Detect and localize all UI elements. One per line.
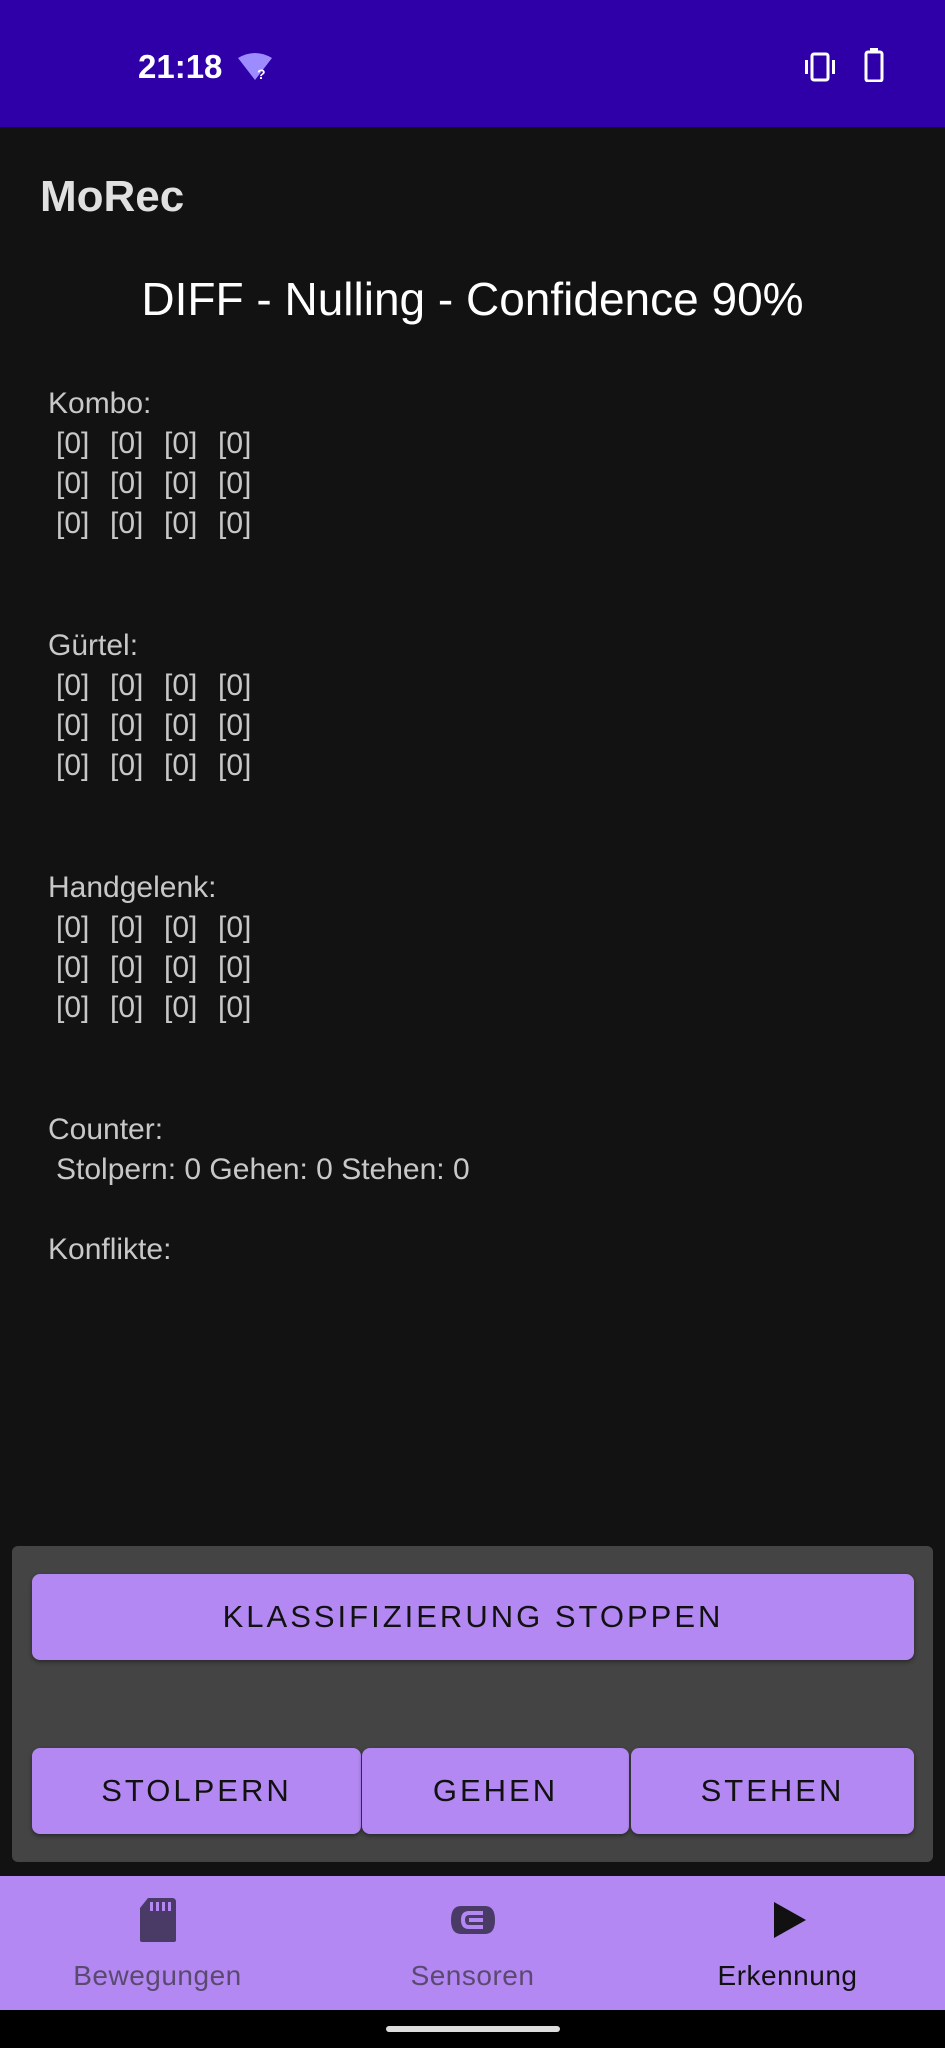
bottom-navigation: Bewegungen Sensoren Erkennung bbox=[0, 1876, 945, 2010]
matrix-cell: [0] bbox=[218, 669, 252, 702]
matrix-row: [0] [0] [0] [0] bbox=[48, 504, 908, 544]
matrix-cell: [0] bbox=[164, 467, 198, 500]
matrix-cell: [0] bbox=[218, 507, 252, 540]
gesture-bar bbox=[0, 2010, 945, 2048]
wifi-unknown-icon: ? bbox=[238, 53, 272, 82]
counter-section: Counter: Stolpern: 0 Gehen: 0 Stehen: 0 bbox=[48, 1110, 908, 1190]
matrix-cell: [0] bbox=[56, 669, 90, 702]
matrix-cell: [0] bbox=[218, 911, 252, 944]
matrix-cell: [0] bbox=[110, 749, 144, 782]
status-bar: 21:18 ? bbox=[0, 0, 945, 127]
matrix-cell: [0] bbox=[56, 427, 90, 460]
counter-label: Counter: bbox=[48, 1113, 164, 1146]
matrix-cell: [0] bbox=[110, 709, 144, 742]
matrix-row: [0] [0] [0] [0] bbox=[48, 666, 908, 706]
play-icon bbox=[773, 1902, 806, 1938]
matrix-cell: [0] bbox=[164, 507, 198, 540]
matrix-cell: [0] bbox=[218, 991, 252, 1024]
matrix-cell: [0] bbox=[164, 911, 198, 944]
nav-label: Bewegungen bbox=[73, 1960, 242, 1991]
stolpern-button[interactable]: STOLPERN bbox=[32, 1748, 361, 1834]
stehen-button[interactable]: STEHEN bbox=[631, 1748, 914, 1834]
sd-card-icon bbox=[139, 1898, 176, 1942]
conflicts-label: Konflikte: bbox=[48, 1233, 172, 1266]
matrix-cell: [0] bbox=[164, 749, 198, 782]
matrix-cell: [0] bbox=[110, 467, 144, 500]
matrix-cell: [0] bbox=[110, 507, 144, 540]
counter-values: Stolpern: 0 Gehen: 0 Stehen: 0 bbox=[56, 1153, 470, 1186]
matrix-cell: [0] bbox=[164, 951, 198, 984]
section-label: Gürtel: bbox=[48, 629, 139, 662]
matrix-cell: [0] bbox=[110, 427, 144, 460]
vibrate-icon bbox=[805, 52, 835, 82]
matrix-cell: [0] bbox=[164, 991, 198, 1024]
matrix-row: [0] [0] [0] [0] bbox=[48, 424, 908, 464]
matrix-cell: [0] bbox=[56, 951, 90, 984]
gehen-button[interactable]: GEHEN bbox=[362, 1748, 629, 1834]
app-title: MoRec bbox=[40, 172, 185, 221]
matrix-cell: [0] bbox=[164, 427, 198, 460]
matrix-cell: [0] bbox=[110, 991, 144, 1024]
matrix-row: [0] [0] [0] [0] bbox=[48, 988, 908, 1028]
control-panel: KLASSIFIZIERUNG STOPPEN STOLPERN GEHEN S… bbox=[12, 1546, 933, 1862]
gesture-handle[interactable] bbox=[386, 2026, 560, 2032]
mode-title: DIFF - Nulling - Confidence 90% bbox=[141, 273, 804, 325]
matrix-cell: [0] bbox=[164, 669, 198, 702]
matrix-row: [0] [0] [0] [0] bbox=[48, 706, 908, 746]
matrix-cell: [0] bbox=[56, 749, 90, 782]
matrix-cell: [0] bbox=[110, 951, 144, 984]
conflicts-section: Konflikte: bbox=[48, 1230, 908, 1270]
matrix-cell: [0] bbox=[110, 911, 144, 944]
section-handgelenk: Handgelenk: [0] [0] [0] [0] [0] [0] [0] [0] [0… bbox=[48, 868, 908, 1028]
matrix-cell: [0] bbox=[218, 467, 252, 500]
section-label: Kombo: bbox=[48, 387, 152, 420]
nav-item-sensoren[interactable]: Sensoren bbox=[315, 1876, 630, 2010]
matrix-row: [0] [0] [0] [0] bbox=[48, 464, 908, 504]
section-label: Handgelenk: bbox=[48, 871, 217, 904]
nav-label: Sensoren bbox=[410, 1960, 535, 1991]
matrix-cell: [0] bbox=[56, 709, 90, 742]
svg-text:?: ? bbox=[257, 66, 266, 82]
matrix-row: [0] [0] [0] [0] bbox=[48, 746, 908, 786]
stop-classification-button[interactable]: KLASSIFIZIERUNG STOPPEN bbox=[32, 1574, 914, 1660]
matrix-cell: [0] bbox=[218, 749, 252, 782]
matrix-row: [0] [0] [0] [0] bbox=[48, 948, 908, 988]
matrix-cell: [0] bbox=[56, 911, 90, 944]
nav-item-erkennung[interactable]: Erkennung bbox=[630, 1876, 945, 2010]
matrix-cell: [0] bbox=[218, 709, 252, 742]
section-kombo: Kombo: [0] [0] [0] [0] [0] [0] [0] [0] [0] [0][… bbox=[48, 384, 908, 544]
matrix-cell: [0] bbox=[164, 709, 198, 742]
matrix-cell: [0] bbox=[56, 507, 90, 540]
matrix-cell: [0] bbox=[218, 427, 252, 460]
matrix-row: [0] [0] [0] [0] bbox=[48, 908, 908, 948]
status-time: 21:18 bbox=[138, 48, 223, 85]
matrix-cell: [0] bbox=[110, 669, 144, 702]
battery-icon bbox=[864, 48, 884, 82]
nav-label: Erkennung bbox=[717, 1960, 858, 1991]
nav-item-bewegungen[interactable]: Bewegungen bbox=[0, 1876, 315, 2010]
matrix-cell: [0] bbox=[56, 467, 90, 500]
sensor-icon bbox=[450, 1906, 495, 1934]
matrix-cell: [0] bbox=[56, 991, 90, 1024]
section-guertel: Gürtel: [0] [0] [0] [0] [0] [0] [0] [0] [0] [0]… bbox=[48, 626, 908, 786]
classification-info: Kombo: [0] [0] [0] [0] [0] [0] [0] [0] [0] [0][… bbox=[48, 384, 908, 1270]
matrix-cell: [0] bbox=[218, 951, 252, 984]
